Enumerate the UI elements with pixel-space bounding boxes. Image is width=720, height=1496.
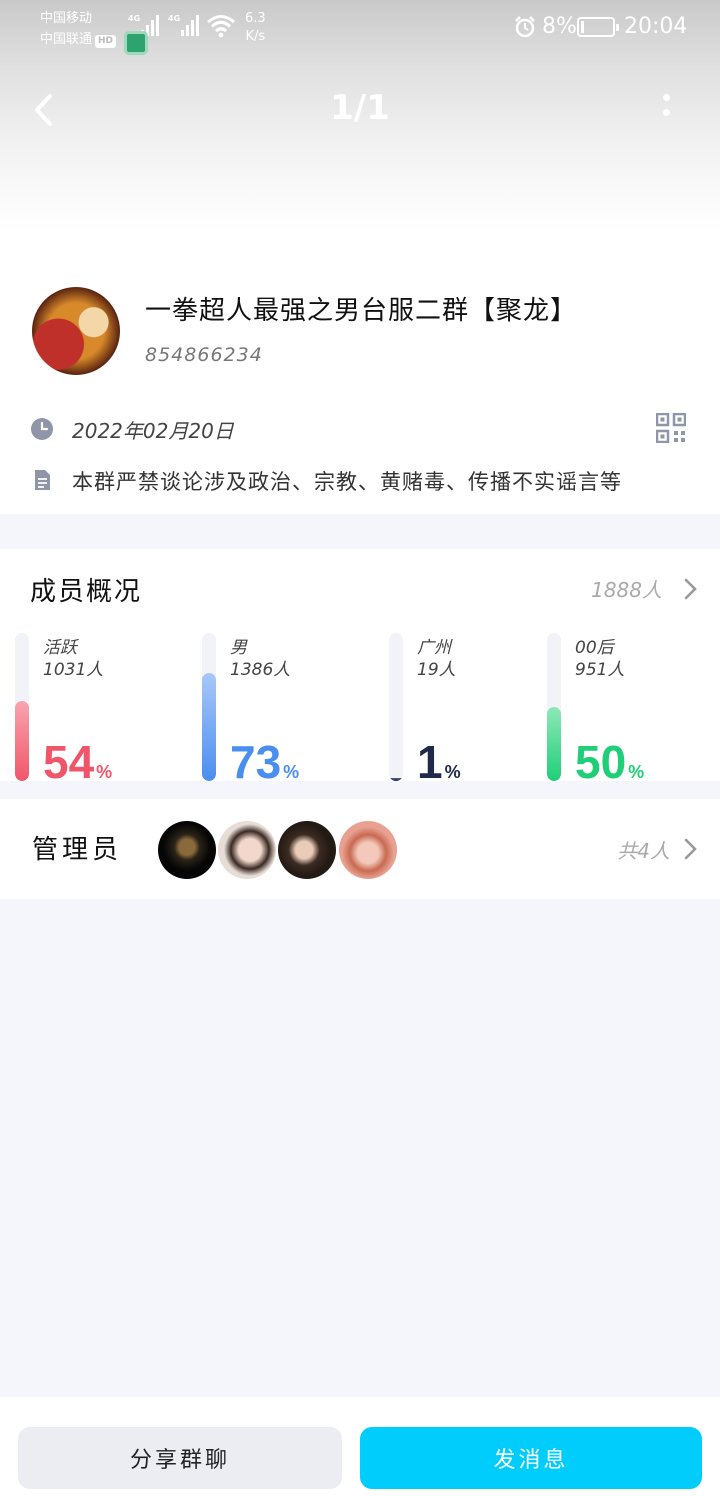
stat-percent: 73% xyxy=(230,735,299,789)
admin-avatar-4[interactable] xyxy=(339,821,397,879)
stat-percent: 1% xyxy=(417,735,461,789)
stat-percent-unit: % xyxy=(283,762,300,782)
stat-bar xyxy=(389,778,403,781)
page-indicator: 1/1 xyxy=(330,88,390,128)
wifi-icon xyxy=(207,15,235,38)
speed-value: 6.3 xyxy=(245,11,266,26)
member-overview-title: 成员概况 xyxy=(30,577,143,607)
admin-avatar-1[interactable] xyxy=(158,821,216,879)
admin-count: 共4人 xyxy=(617,839,670,863)
carrier-info: 中国移动 中国联通 HD xyxy=(40,8,117,50)
member-total: 1888人 xyxy=(591,578,662,602)
more-dot-icon xyxy=(662,94,670,101)
stat-percent-value: 50 xyxy=(575,736,627,788)
stat-male: 男 1386人 73% xyxy=(202,633,372,788)
network-2-label: 4G xyxy=(168,14,181,23)
stat-count: 951人 xyxy=(575,660,625,680)
created-date: 2022年02月20日 xyxy=(72,419,234,443)
stat-percent: 50% xyxy=(575,735,644,789)
stat-track xyxy=(389,633,403,781)
speed-unit: K/s xyxy=(245,29,266,44)
document-icon xyxy=(35,470,50,490)
admin-avatar-3[interactable] xyxy=(278,821,336,879)
more-options-button[interactable] xyxy=(654,94,678,130)
bottom-action-bar: 分享群聊 发消息 xyxy=(0,1397,720,1496)
qr-code-icon[interactable] xyxy=(656,413,686,443)
admin-avatar-2[interactable] xyxy=(218,821,276,879)
app-notification-icon xyxy=(124,31,148,55)
admin-title: 管理员 xyxy=(32,835,123,865)
member-overview-card[interactable]: 成员概况 1888人 活跃 1031人 54% 男 1386人 73% 广州 1… xyxy=(0,549,720,788)
stat-bar xyxy=(15,701,29,781)
stat-bar xyxy=(202,673,216,781)
share-group-button[interactable]: 分享群聊 xyxy=(18,1427,342,1489)
network-1-label: 4G xyxy=(128,14,141,23)
network-speed: 6.3 K/s xyxy=(245,10,266,46)
signal-2-icon: 4G xyxy=(168,14,200,36)
hd-badge: HD xyxy=(95,35,117,48)
group-avatar[interactable] xyxy=(32,287,120,375)
stat-track xyxy=(547,633,561,781)
status-time: 20:04 xyxy=(624,14,688,39)
carrier-2: 中国联通 xyxy=(40,32,93,47)
clock-icon xyxy=(31,418,53,440)
stat-percent-unit: % xyxy=(96,762,113,782)
stat-percent-unit: % xyxy=(628,762,645,782)
stat-post-00s: 00后 951人 50% xyxy=(547,633,707,788)
stat-count: 1031人 xyxy=(43,660,104,680)
stat-percent-value: 1 xyxy=(417,736,443,788)
battery-percent: 8% xyxy=(542,14,577,39)
stat-track xyxy=(15,633,29,781)
stat-percent-value: 54 xyxy=(43,736,95,788)
stat-bar xyxy=(547,707,561,781)
alarm-icon xyxy=(515,16,535,38)
status-bar: 中国移动 中国联通 HD 4G 4G 6.3 K/s 8% 20:04 xyxy=(0,0,720,56)
stat-active: 活跃 1031人 54% xyxy=(15,633,185,788)
battery-icon xyxy=(577,17,619,37)
header-area: 中国移动 中国联通 HD 4G 4G 6.3 K/s 8% 20:04 1/1 xyxy=(0,0,720,260)
chevron-right-icon xyxy=(684,578,697,600)
more-dot-icon xyxy=(662,109,670,116)
stat-percent: 54% xyxy=(43,735,112,789)
admin-card[interactable]: 管理员 共4人 xyxy=(0,799,720,899)
carrier-1: 中国移动 xyxy=(40,11,93,26)
stat-percent-unit: % xyxy=(444,762,461,782)
group-id: 854866234 xyxy=(145,344,263,366)
nav-bar: 1/1 xyxy=(0,80,720,140)
stat-count: 19人 xyxy=(417,660,456,680)
send-message-button[interactable]: 发消息 xyxy=(360,1427,702,1489)
stat-track xyxy=(202,633,216,781)
group-name: 一拳超人最强之男台服二群【聚龙】 xyxy=(145,296,578,326)
battery-fill xyxy=(581,21,584,33)
group-notice[interactable]: 本群严禁谈论涉及政治、宗教、黄赌毒、传播不实谣言等 xyxy=(72,466,622,496)
stat-count: 1386人 xyxy=(230,660,291,680)
group-info-card: 一拳超人最强之男台服二群【聚龙】 854866234 2022年02月20日 本… xyxy=(0,260,720,514)
chevron-right-icon xyxy=(684,838,697,860)
stat-percent-value: 73 xyxy=(230,736,282,788)
stat-guangzhou: 广州 19人 1% xyxy=(389,633,539,788)
